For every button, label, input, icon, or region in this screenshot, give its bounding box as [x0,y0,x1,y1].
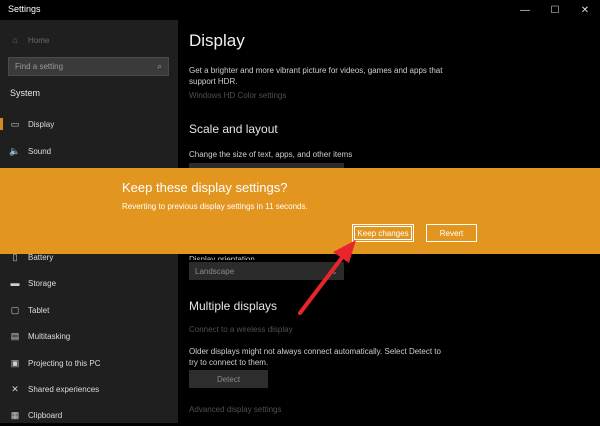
minimize-button[interactable]: — [510,0,540,20]
sidebar-item-display[interactable]: ▭ Display [0,113,178,135]
search-placeholder: Find a setting [15,62,64,71]
display-icon: ▭ [10,118,20,129]
sidebar-item-label: Display [28,119,55,129]
chevron-down-icon: ⌄ [331,266,338,276]
sidebar-item-label: Projecting to this PC [28,358,101,368]
revert-button[interactable]: Revert [426,224,477,242]
sidebar-item-label: Shared experiences [28,384,100,394]
scale-description: Change the size of text, apps, and other… [189,150,353,159]
keep-changes-button[interactable]: Keep changes [352,224,414,242]
orientation-dropdown[interactable]: Landscape ⌄ [189,262,344,280]
clipboard-icon: ▦ [10,409,20,420]
advanced-display-link[interactable]: Advanced display settings [189,405,282,414]
sidebar-item-label: Storage [28,278,57,288]
detect-description-line1: Older displays might not always connect … [189,347,441,356]
maximize-button[interactable]: ☐ [540,0,570,20]
sidebar-item-label: Clipboard [28,410,63,420]
sidebar-item-projecting[interactable]: ▣ Projecting to this PC [0,352,178,374]
sidebar-item-multitasking[interactable]: ▤ Multitasking [0,325,178,347]
selection-indicator [0,118,3,130]
shared-experiences-icon: ✕ [11,383,19,394]
home-icon: ⌂ [12,35,18,45]
multiple-displays-heading: Multiple displays [189,299,278,313]
confirm-dialog: Keep these display settings? Reverting t… [0,168,600,254]
sidebar-item-shared-experiences[interactable]: ✕ Shared experiences [0,378,178,400]
sidebar-item-label: Tablet [28,305,50,315]
sidebar-item-sound[interactable]: 🔈 Sound [0,140,178,162]
orientation-value: Landscape [195,266,235,276]
dialog-message: Reverting to previous display settings i… [122,202,308,211]
sidebar-item-home[interactable]: ⌂ Home [0,29,178,51]
detect-description-line2: try to connect to them. [189,358,269,367]
search-input[interactable]: Find a setting ⌕ [8,57,169,76]
wireless-display-link[interactable]: Connect to a wireless display [189,325,293,334]
sidebar-item-label: Multitasking [28,331,71,341]
sidebar-item-label: Sound [28,146,52,156]
tablet-icon: ▢ [10,304,20,315]
scale-layout-heading: Scale and layout [189,122,278,136]
sidebar-item-label: Home [28,35,50,45]
dialog-title: Keep these display settings? [122,180,288,195]
storage-icon: ▬ [10,278,20,288]
sound-icon: 🔈 [9,145,21,156]
hdr-description-line1: Get a brighter and more vibrant picture … [189,66,443,75]
page-title: Display [189,31,245,50]
projecting-icon: ▣ [10,357,20,368]
sidebar-item-tablet[interactable]: ▢ Tablet [0,299,178,321]
sidebar-item-storage[interactable]: ▬ Storage [0,272,178,294]
hdr-settings-link[interactable]: Windows HD Color settings [189,91,286,100]
orientation-label: Display orientation [189,255,255,260]
title-bar: Settings — ☐ ✕ [0,0,600,20]
search-icon: ⌕ [156,61,162,71]
multitasking-icon: ▤ [10,330,20,341]
close-button[interactable]: ✕ [570,0,600,20]
window-title: Settings [8,4,41,14]
hdr-description-line2: support HDR. [189,77,238,86]
sidebar-section-label: System [10,88,41,98]
detect-button[interactable]: Detect [189,370,268,388]
